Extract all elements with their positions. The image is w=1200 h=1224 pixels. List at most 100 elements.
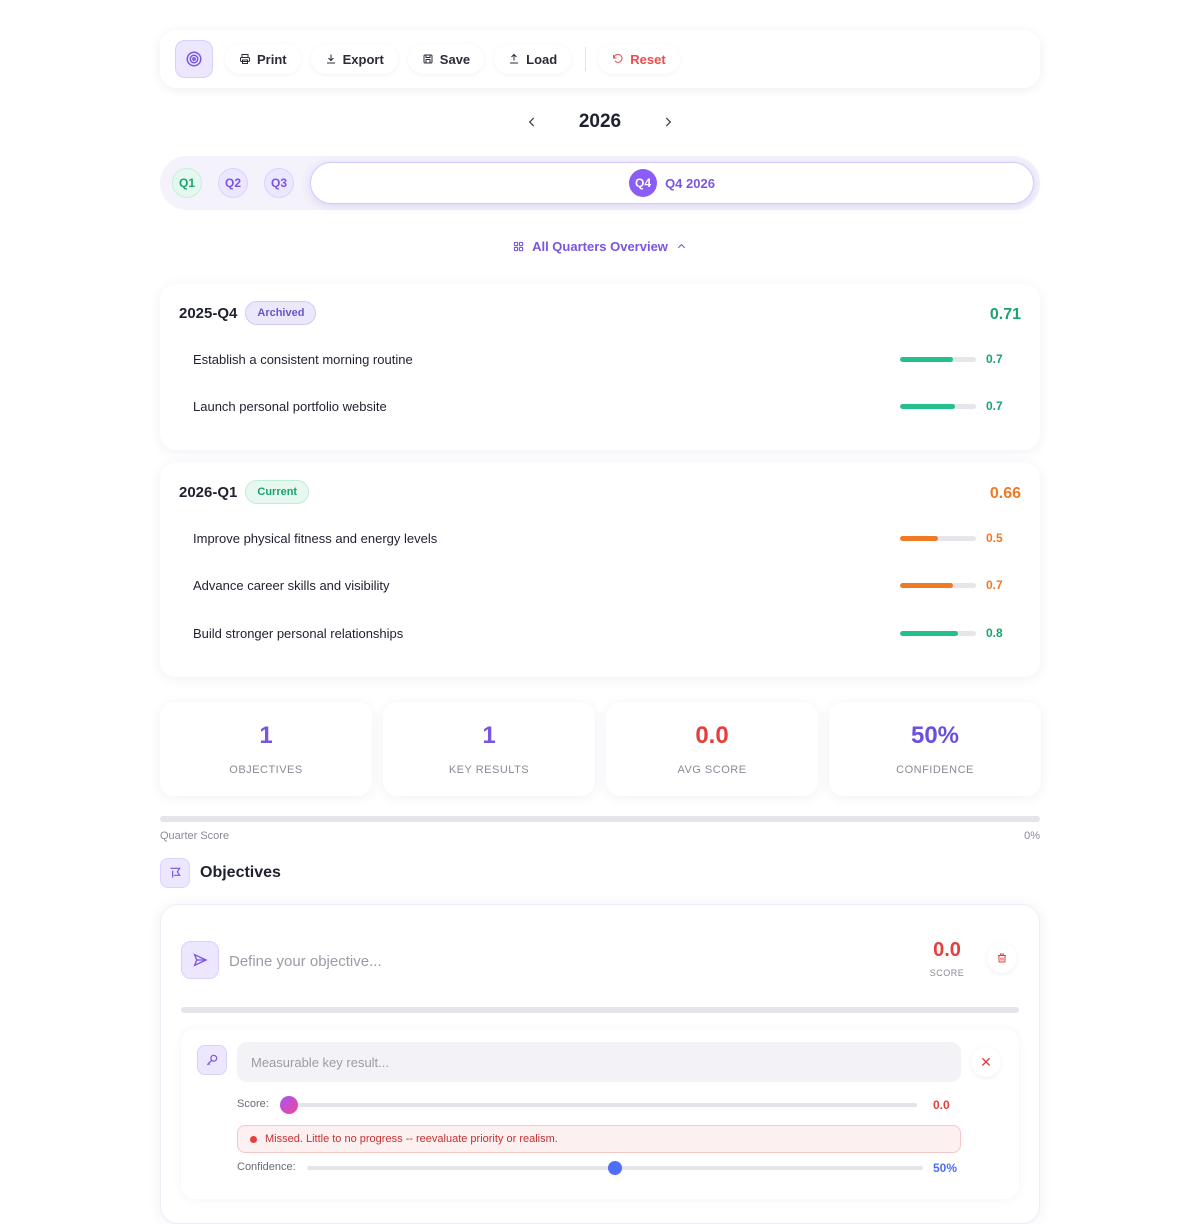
stat-label: AVG SCORE [677, 764, 747, 776]
goal-progress-fill [900, 535, 938, 541]
objective-progress-bar [181, 1007, 1019, 1013]
stat-label: KEY RESULTS [448, 764, 530, 776]
stat-value: 1 [482, 722, 496, 749]
objective-score-value: 0.0 [933, 939, 961, 961]
stat-objectives: 1 OBJECTIVES [160, 702, 372, 796]
save-label: Save [439, 51, 471, 67]
close-icon[interactable]: ✕ [971, 1047, 1001, 1077]
goal-value: 0.7 [986, 399, 1003, 413]
goal-progress-bar [900, 630, 976, 636]
goal-progress-bar [900, 403, 976, 409]
stat-label: CONFIDENCE [896, 764, 974, 776]
chevron-right-icon[interactable] [656, 110, 680, 134]
objectives-header: Objectives [160, 858, 281, 888]
quarter-score: 0.71 [989, 306, 1021, 323]
target-icon[interactable] [175, 40, 213, 78]
year-navigator: 2026 [520, 108, 680, 136]
key-result-input[interactable] [237, 1042, 961, 1082]
stat-label: OBJECTIVES [229, 764, 303, 776]
score-slider-value: 0.0 [933, 1098, 950, 1112]
confidence-slider-label: Confidence: [237, 1161, 296, 1173]
goal-text: Advance career skills and visibility [193, 577, 390, 593]
tab-q1[interactable]: Q1 [172, 168, 202, 198]
stat-confidence: 50% CONFIDENCE [829, 702, 1041, 796]
delete-objective-button[interactable] [987, 943, 1017, 973]
year-label: 2026 [578, 111, 622, 132]
objective-score: 0.0 SCORE [921, 939, 973, 978]
quarter-title: 2025-Q4 [179, 304, 238, 322]
objective-score-label: SCORE [929, 968, 965, 978]
toolbar: Print Export Save Load Reset [160, 30, 1040, 88]
print-label: Print [257, 51, 287, 67]
load-button[interactable]: Load [494, 44, 572, 74]
quarter-card-2025-q4: 2025-Q4 Archived 0.71 Establish a consis… [160, 284, 1040, 450]
tab-q3[interactable]: Q3 [264, 168, 294, 198]
toolbar-divider [585, 47, 587, 71]
alert-dot-icon [250, 1135, 257, 1143]
status-badge: Current [245, 480, 310, 504]
save-button[interactable]: Save [407, 44, 485, 74]
confidence-slider-handle[interactable] [608, 1161, 622, 1175]
alert-text: Missed. Little to no progress -- reevalu… [265, 1133, 558, 1145]
export-button[interactable]: Export [310, 44, 398, 74]
rotate-ccw-icon [613, 53, 623, 63]
goal-text: Launch personal portfolio website [193, 398, 387, 414]
quarter-title: 2026-Q1 [179, 483, 238, 501]
send-icon [181, 941, 219, 979]
quarter-tabs: Q1 Q2 Q3 Q4 Q4 2026 [160, 156, 1040, 210]
floppy-disk-icon [423, 54, 433, 64]
goal-progress-fill [900, 356, 954, 362]
goal-progress-fill [900, 403, 955, 409]
chevron-up-icon [677, 243, 686, 248]
confidence-slider-value: 50% [933, 1161, 958, 1175]
all-quarters-overview-toggle[interactable]: All Quarters Overview [510, 236, 690, 256]
objective-card: 0.0 SCORE ✕ Score: 0.0 Missed. Little to… [160, 904, 1040, 1224]
goal-value: 0.7 [986, 578, 1003, 592]
quarter-score: 0.66 [989, 485, 1021, 502]
score-feedback-alert: Missed. Little to no progress -- reevalu… [237, 1125, 961, 1153]
goal-progress-fill [900, 582, 954, 588]
tab-q2[interactable]: Q2 [218, 168, 248, 198]
printer-icon [240, 54, 250, 64]
list-item: Establish a consistent morning routine 0… [193, 349, 1008, 369]
export-label: Export [342, 51, 384, 67]
list-item: Launch personal portfolio website 0.7 [193, 396, 1008, 416]
status-badge: Archived [245, 301, 317, 325]
goal-text: Establish a consistent morning routine [193, 351, 413, 367]
trash-icon [998, 953, 1006, 963]
print-button[interactable]: Print [225, 44, 301, 74]
goal-progress-bar [900, 582, 976, 588]
goal-value: 0.7 [986, 352, 1003, 366]
goal-text: Improve physical fitness and energy leve… [193, 530, 438, 546]
goal-text: Build stronger personal relationships [193, 625, 404, 641]
score-slider-label: Score: [237, 1098, 269, 1110]
chevron-left-icon[interactable] [520, 110, 544, 134]
load-label: Load [526, 51, 558, 67]
stat-key-results: 1 KEY RESULTS [383, 702, 595, 796]
tab-q4-active[interactable]: Q4 Q4 2026 [310, 162, 1034, 204]
goal-value: 0.5 [986, 531, 1003, 545]
score-slider-handle[interactable] [280, 1096, 298, 1114]
stat-avg-score: 0.0 AVG SCORE [606, 702, 818, 796]
upload-icon [510, 53, 519, 64]
key-icon [197, 1045, 227, 1075]
goal-progress-bar [900, 535, 976, 541]
quarter-score-bar [160, 816, 1040, 822]
reset-label: Reset [630, 51, 666, 67]
list-item: Build stronger personal relationships 0.… [193, 623, 1008, 643]
active-quarter-badge: Q4 [629, 169, 658, 197]
list-item: Advance career skills and visibility 0.7 [193, 575, 1008, 595]
key-result-card: ✕ Score: 0.0 Missed. Little to no progre… [181, 1029, 1019, 1199]
flag-icon [160, 858, 190, 888]
list-item: Improve physical fitness and energy leve… [193, 528, 1008, 548]
active-quarter-label: Q4 2026 [665, 175, 715, 191]
goal-value: 0.8 [986, 626, 1003, 640]
score-slider[interactable] [289, 1103, 917, 1107]
objective-input[interactable] [229, 947, 829, 975]
objectives-title: Objectives [200, 864, 281, 881]
reset-button[interactable]: Reset [598, 44, 680, 74]
download-icon [326, 54, 335, 64]
goal-progress-fill [900, 630, 958, 636]
quarter-score-value: 0% [1024, 830, 1040, 842]
goal-progress-bar [900, 356, 976, 362]
